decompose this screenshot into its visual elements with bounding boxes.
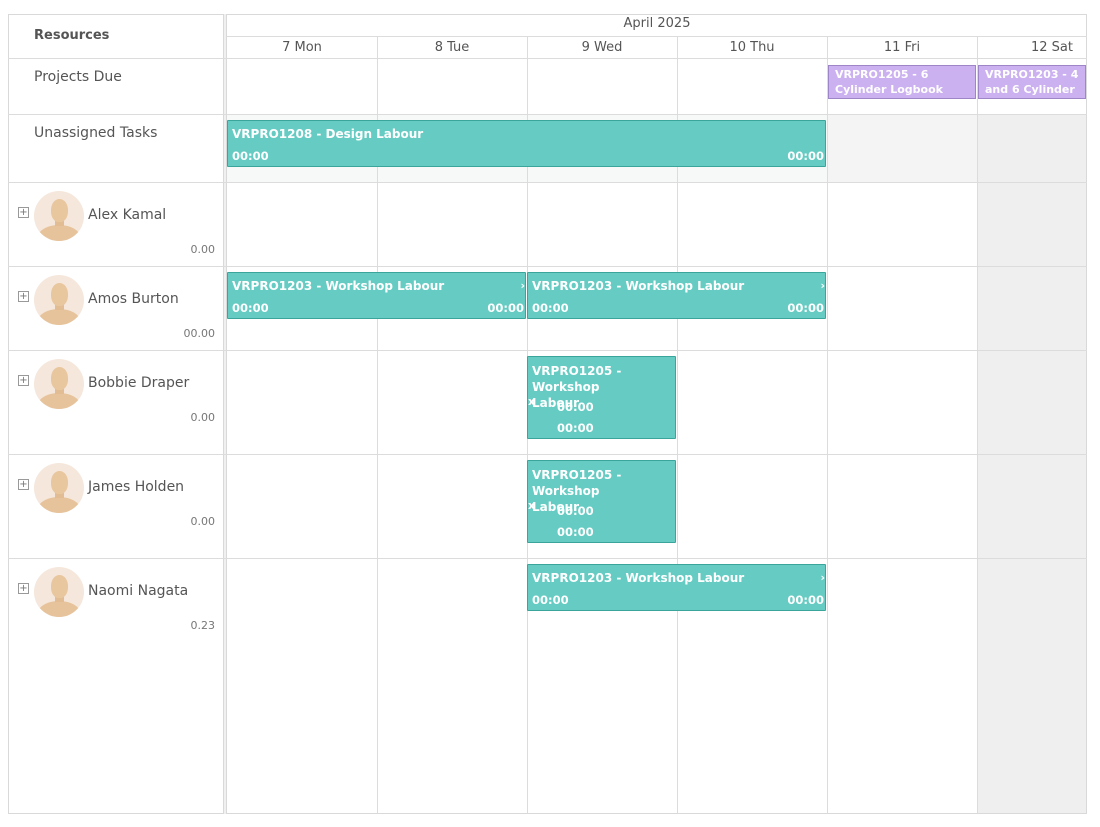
resource-hours: 0.00 xyxy=(190,411,216,424)
grid-line xyxy=(977,37,978,813)
expand-icon[interactable]: + xyxy=(18,291,29,302)
day-header-sat: 12 Sat xyxy=(1031,40,1073,55)
day-header-fri: 11 Fri xyxy=(883,40,921,55)
expand-icon[interactable]: + xyxy=(18,375,29,386)
event-start-time: 00:00 xyxy=(557,400,594,414)
grid-line xyxy=(8,558,1087,559)
grid-line xyxy=(8,350,1087,351)
event-title: VRPRO1208 - Design Labour xyxy=(232,127,424,141)
event-end-time: 00:00 xyxy=(787,149,824,163)
event-end-time: 00:00 xyxy=(787,593,824,607)
event-start-time: 00:00 xyxy=(232,301,269,315)
day-header-wed: 9 Wed xyxy=(581,40,623,55)
saturday-shade xyxy=(978,115,1086,813)
event-start-time: 00:00 xyxy=(557,504,594,518)
task-event[interactable]: VRPRO1203 - Workshop Labour › 00:00 00:0… xyxy=(227,272,526,319)
avatar xyxy=(34,567,84,617)
day-header-mon: 7 Mon xyxy=(282,40,322,55)
expand-icon[interactable]: + xyxy=(18,479,29,490)
day-header-thu: 10 Thu xyxy=(729,40,775,55)
continue-arrow-icon: › xyxy=(820,571,825,584)
event-start-time: 00:00 xyxy=(532,301,569,315)
grid-line xyxy=(8,58,1087,59)
resource-hours: 0.00 xyxy=(190,515,216,528)
task-event[interactable]: VRPRO1203 - Workshop Labour › 00:00 00:0… xyxy=(527,272,826,319)
event-x-marker: x xyxy=(528,395,536,408)
event-title: VRPRO1203 - Workshop Labour xyxy=(532,571,745,585)
task-event[interactable]: VRPRO1205 - Workshop Labour x 00:00 00:0… xyxy=(527,356,676,439)
avatar xyxy=(34,359,84,409)
event-end-time: 00:00 xyxy=(787,301,824,315)
resource-name: Amos Burton xyxy=(88,291,179,307)
event-x-marker: x xyxy=(528,499,536,512)
resource-name: Alex Kamal xyxy=(88,207,167,223)
unassigned-tasks-label: Unassigned Tasks xyxy=(34,125,158,141)
expand-icon[interactable]: + xyxy=(18,207,29,218)
resource-hours: 0.00 xyxy=(190,243,216,256)
event-start-time: 00:00 xyxy=(532,593,569,607)
avatar xyxy=(34,191,84,241)
event-title: VRPRO1203 - Workshop Labour xyxy=(532,279,745,293)
event-title: VRPRO1203 - Workshop Labour xyxy=(232,279,445,293)
grid-line xyxy=(8,182,1087,183)
expand-icon[interactable]: + xyxy=(18,583,29,594)
fri-unassigned-shade xyxy=(828,115,977,182)
grid-line xyxy=(827,37,828,813)
project-due-event[interactable]: VRPRO1203 - 4 and 6 Cylinder Service xyxy=(978,65,1086,99)
avatar xyxy=(34,463,84,513)
avatar xyxy=(34,275,84,325)
resource-name: Bobbie Draper xyxy=(88,375,190,391)
projects-due-label: Projects Due xyxy=(34,69,122,85)
task-event[interactable]: VRPRO1203 - Workshop Labour › 00:00 00:0… xyxy=(527,564,826,611)
resource-name: Naomi Nagata xyxy=(88,583,189,599)
resources-header: Resources xyxy=(34,28,110,43)
task-event[interactable]: VRPRO1208 - Design Labour 00:00 00:00 xyxy=(227,120,826,167)
grid-line xyxy=(8,114,1087,115)
day-header-tue: 8 Tue xyxy=(434,40,470,55)
continue-arrow-icon: › xyxy=(820,279,825,292)
resource-hours: 0.23 xyxy=(190,619,216,632)
resource-name: James Holden xyxy=(88,479,185,495)
event-end-time: 00:00 xyxy=(487,301,524,315)
grid-line xyxy=(227,36,1087,37)
project-due-event[interactable]: VRPRO1205 - 6 Cylinder Logbook Service xyxy=(828,65,976,99)
grid-line xyxy=(8,266,1087,267)
event-end-time: 00:00 xyxy=(557,525,594,539)
task-event[interactable]: VRPRO1205 - Workshop Labour x 00:00 00:0… xyxy=(527,460,676,543)
grid-line xyxy=(8,454,1087,455)
month-label: April 2025 xyxy=(623,16,691,31)
event-end-time: 00:00 xyxy=(557,421,594,435)
event-start-time: 00:00 xyxy=(232,149,269,163)
resource-hours: 00.00 xyxy=(183,327,216,340)
continue-arrow-icon: › xyxy=(520,279,525,292)
